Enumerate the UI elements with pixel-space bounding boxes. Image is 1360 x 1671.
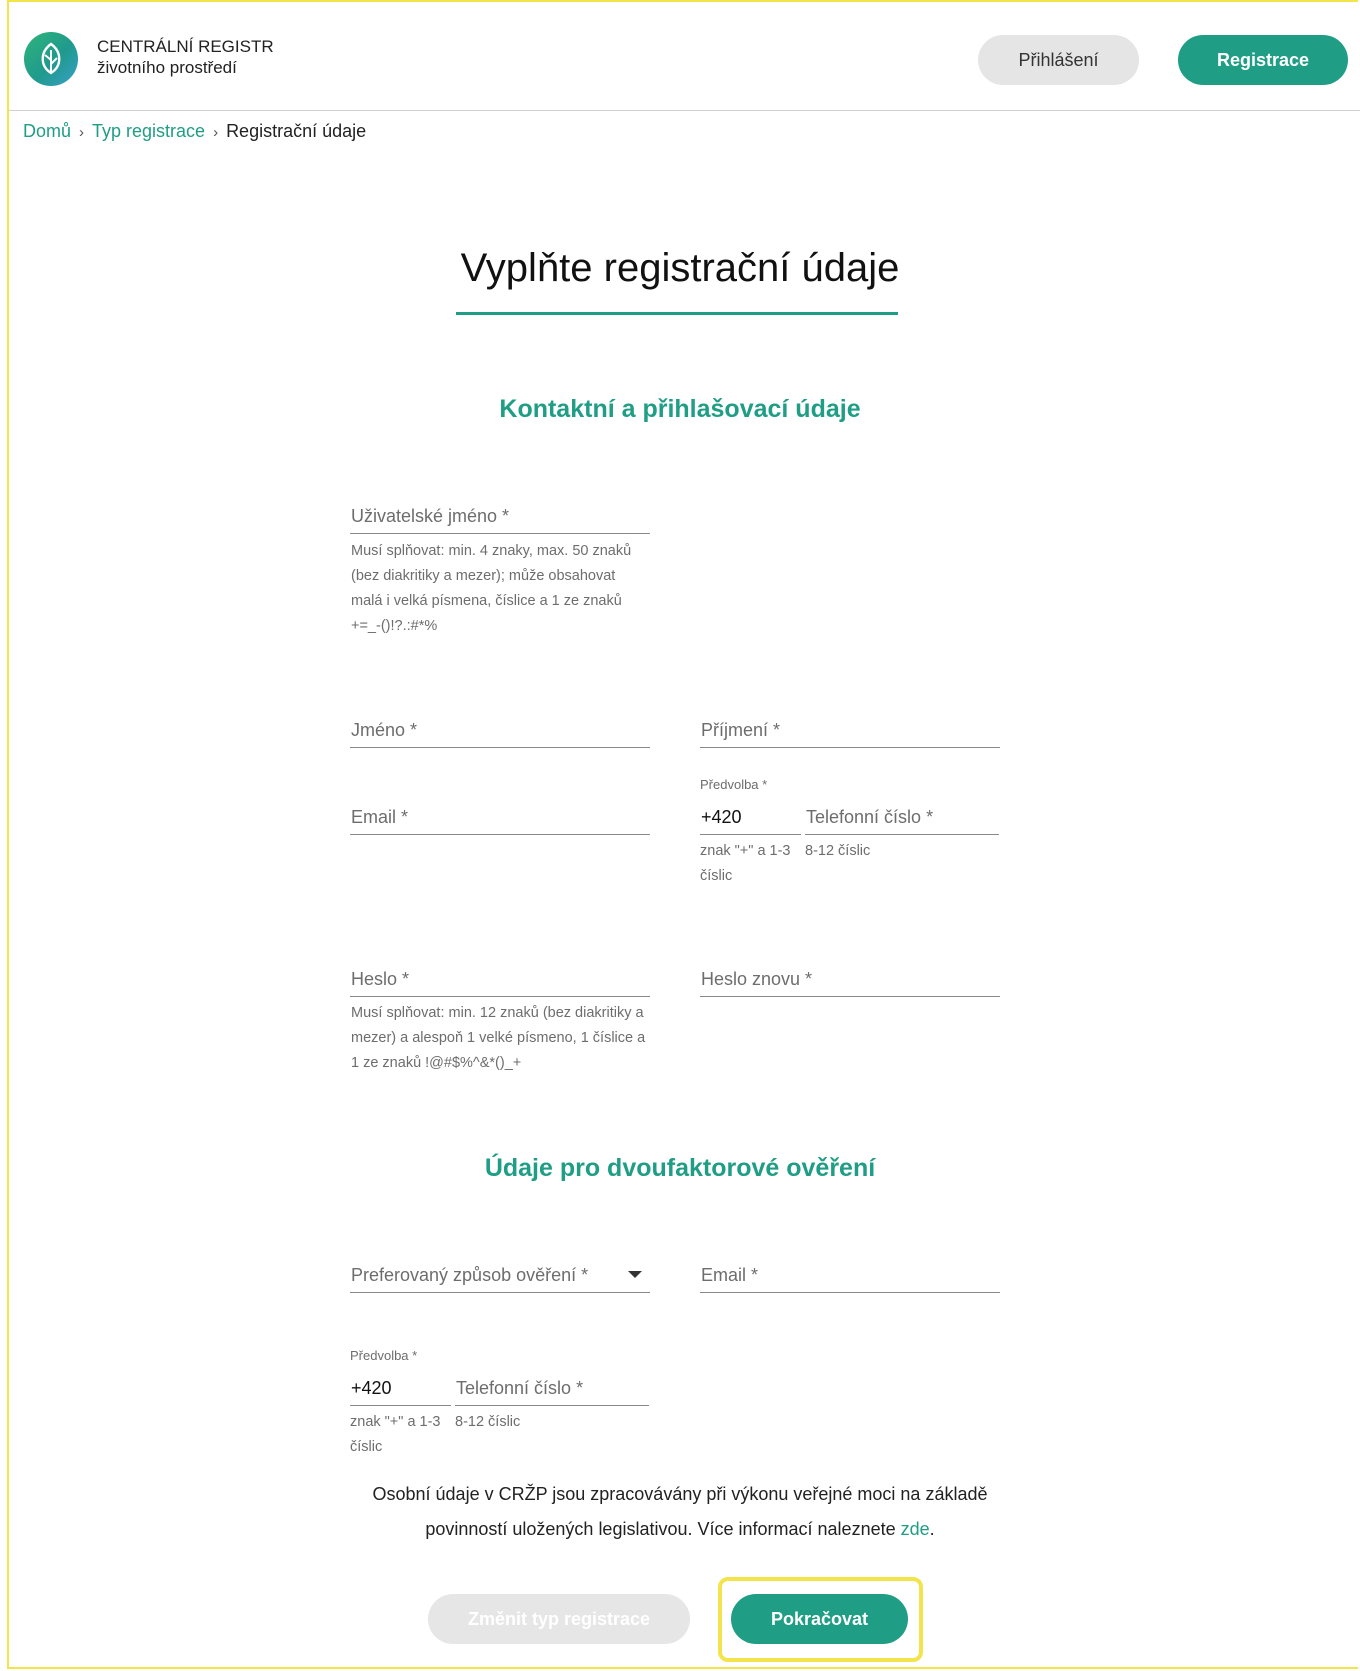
title-underline	[456, 312, 898, 315]
contact-section-title: Kontaktní a přihlašovací údaje	[499, 395, 861, 423]
logo-line-1: CENTRÁLNÍ REGISTR	[97, 37, 274, 56]
input-underline	[350, 533, 650, 534]
twofactor-phone-number-placeholder: Telefonní číslo *	[456, 1378, 584, 1398]
twofactor-phone-hint: 8-12 číslic	[455, 1414, 521, 1430]
first-name-placeholder: Jméno *	[351, 720, 418, 740]
register-button[interactable]: Registrace	[1178, 35, 1348, 85]
input-underline	[700, 996, 1000, 997]
twofactor-phone-prefix-value: +420	[351, 1378, 392, 1398]
phone-prefix-value: +420	[701, 807, 742, 827]
username-hint: Musí splňovat: min. 4 znaky, max. 50 zna…	[351, 543, 632, 634]
breadcrumb: Domů › Typ registrace › Registrační údaje	[23, 121, 366, 142]
twofactor-email-placeholder: Email *	[701, 1265, 759, 1285]
breadcrumb-registration-type[interactable]: Typ registrace	[92, 121, 205, 141]
last-name-input[interactable]: Příjmení *	[700, 712, 1000, 748]
privacy-end: .	[929, 1519, 935, 1539]
password-placeholder: Heslo *	[351, 969, 410, 989]
privacy-notice: Osobní údaje v CRŽP jsou zpracovávány př…	[340, 1477, 1020, 1547]
logo-text[interactable]: CENTRÁLNÍ REGISTR životního prostředí	[97, 36, 274, 78]
prefix-label: Předvolba *	[700, 777, 768, 792]
last-name-placeholder: Příjmení *	[701, 720, 781, 740]
phone-number-input[interactable]: Telefonní číslo *	[805, 799, 999, 835]
input-underline	[700, 834, 801, 835]
input-underline	[350, 1292, 650, 1293]
change-registration-type-button[interactable]: Změnit typ registrace	[428, 1594, 690, 1644]
login-button[interactable]: Přihlášení	[978, 35, 1139, 85]
logo-line-2: životního prostředí	[97, 58, 237, 77]
email-input[interactable]: Email *	[350, 799, 650, 835]
breadcrumb-separator-icon: ›	[79, 124, 85, 141]
twofactor-email-input[interactable]: Email *	[700, 1257, 1000, 1293]
logo-icon[interactable]	[24, 32, 78, 86]
input-underline	[350, 747, 650, 748]
username-input[interactable]: Uživatelské jméno *	[350, 498, 650, 534]
phone-prefix-input[interactable]: +420	[700, 799, 801, 835]
twofactor-section-title: Údaje pro dvoufaktorové ověření	[484, 1154, 876, 1182]
input-underline	[805, 834, 999, 835]
verification-method-placeholder: Preferovaný způsob ověření *	[351, 1265, 589, 1285]
chevron-down-icon	[628, 1271, 642, 1278]
input-underline	[350, 1405, 451, 1406]
password-repeat-placeholder: Heslo znovu *	[701, 969, 813, 989]
phone-number-placeholder: Telefonní číslo *	[806, 807, 934, 827]
verification-method-select[interactable]: Preferovaný způsob ověření *	[350, 1257, 650, 1293]
input-underline	[350, 834, 650, 835]
phone-hint: 8-12 číslic	[805, 843, 871, 859]
twofactor-prefix-hint: znak "+" a 1-3 číslic	[350, 1414, 441, 1455]
password-input[interactable]: Heslo *	[350, 961, 650, 997]
input-underline	[455, 1405, 649, 1406]
input-underline	[350, 996, 650, 997]
site-header: CENTRÁLNÍ REGISTR životního prostředí Př…	[9, 2, 1360, 111]
breadcrumb-separator-icon: ›	[213, 124, 219, 141]
first-name-input[interactable]: Jméno *	[350, 712, 650, 748]
continue-button[interactable]: Pokračovat	[731, 1594, 908, 1644]
privacy-link[interactable]: zde	[901, 1519, 930, 1539]
twofactor-prefix-label: Předvolba *	[350, 1348, 418, 1363]
password-repeat-input[interactable]: Heslo znovu *	[700, 961, 1000, 997]
twofactor-phone-prefix-input[interactable]: +420	[350, 1370, 451, 1406]
username-placeholder: Uživatelské jméno *	[351, 506, 510, 526]
twofactor-phone-number-input[interactable]: Telefonní číslo *	[455, 1370, 649, 1406]
password-hint: Musí splňovat: min. 12 znaků (bez diakri…	[351, 1005, 646, 1071]
input-underline	[700, 1292, 1000, 1293]
input-underline	[700, 747, 1000, 748]
email-placeholder: Email *	[351, 807, 409, 827]
privacy-text: Osobní údaje v CRŽP jsou zpracovávány př…	[372, 1484, 988, 1539]
breadcrumb-current: Registrační údaje	[226, 121, 367, 141]
page-title: Vyplňte registrační údaje	[460, 246, 900, 290]
prefix-hint: znak "+" a 1-3 číslic	[700, 843, 791, 884]
breadcrumb-home[interactable]: Domů	[23, 121, 71, 141]
